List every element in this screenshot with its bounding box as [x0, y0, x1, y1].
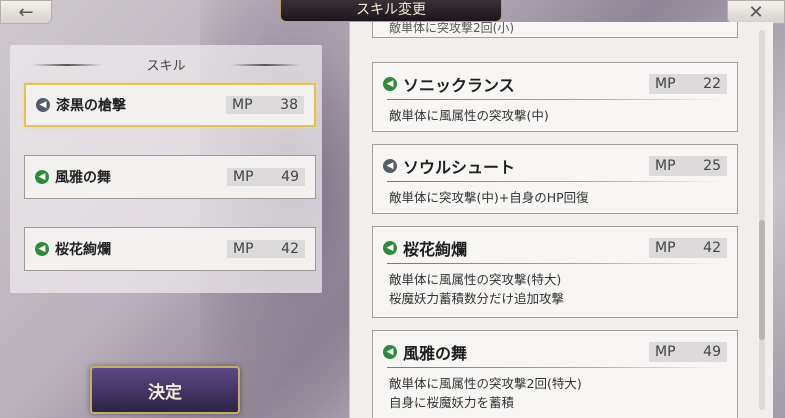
skill-type-icon: ◀ [35, 170, 49, 184]
skill-type-icon: ◀ [35, 242, 49, 256]
mp-value: 22 [703, 76, 721, 92]
skill-list-panel[interactable]: 敵単体に突攻撃2回(小) ◀ ソニックランス MP 22 敵単体に風属性の突攻撃… [349, 22, 773, 418]
mp-value: 42 [703, 240, 721, 256]
skill-type-icon: ◀ [383, 241, 397, 255]
skill-card-name: ソウルシュート [403, 158, 516, 177]
mp-cost-box: MP 42 [227, 240, 305, 258]
header-ornament-right [230, 64, 300, 66]
skill-card-3[interactable]: ◀ 桜花絢爛 MP 42 敵単体に風属性の突攻撃(特大) 桜魔妖力蓄積数分だけ追… [372, 226, 738, 318]
mp-value: 49 [281, 169, 299, 185]
skill-card-desc: 敵単体に風属性の突攻撃2回(特大) 自身に桜魔妖力を蓄積 [373, 368, 737, 412]
skill-card-2[interactable]: ◀ ソウルシュート MP 25 敵単体に突攻撃(中)+自身のHP回復 [372, 144, 738, 214]
skill-card-desc: 敵単体に突攻撃2回(小) [389, 22, 514, 35]
mp-value: 42 [281, 241, 299, 257]
mp-label: MP [655, 240, 676, 256]
skill-type-icon: ◀ [383, 159, 397, 173]
skill-slot-3[interactable]: ◀ 桜花絢爛 MP 42 [24, 227, 316, 271]
mp-cost-box: MP 22 [649, 74, 727, 94]
back-arrow-icon: ← [18, 1, 34, 23]
skill-card-desc: 敵単体に風属性の突攻撃(中) [373, 100, 737, 125]
mp-label: MP [233, 169, 254, 185]
close-button[interactable]: ✕ [727, 0, 785, 24]
close-icon: ✕ [748, 1, 764, 23]
skill-type-icon: ◀ [36, 98, 50, 112]
skill-slot-name: 風雅の舞 [55, 170, 111, 186]
mp-value: 25 [703, 158, 721, 174]
mp-cost-box: MP 49 [227, 168, 305, 186]
desc-line: 敵単体に風属性の突攻撃2回(特大) [389, 376, 582, 391]
mp-label: MP [233, 241, 254, 257]
skill-slot-2[interactable]: ◀ 風雅の舞 MP 49 [24, 155, 316, 199]
desc-line: 敵単体に風属性の突攻撃(中) [389, 108, 549, 123]
skill-card-name: 風雅の舞 [403, 344, 468, 363]
skill-slot-1[interactable]: ◀ 漆黒の槍撃 MP 38 [24, 83, 316, 127]
mp-label: MP [232, 97, 253, 113]
skill-type-icon: ◀ [383, 77, 397, 91]
equipped-skills-panel: スキル ◀ 漆黒の槍撃 MP 38 ◀ 風雅の舞 MP 49 ◀ 桜花絢爛 MP… [10, 45, 322, 293]
page-title: スキル変更 [280, 0, 502, 22]
skill-card-partial[interactable]: 敵単体に突攻撃2回(小) [372, 22, 738, 38]
mp-label: MP [655, 76, 676, 92]
desc-line: 敵単体に風属性の突攻撃(特大) [389, 272, 562, 287]
skill-card-name: ソニックランス [403, 76, 515, 95]
back-button[interactable]: ← [0, 0, 52, 24]
desc-line: 桜魔妖力蓄積数分だけ追加攻撃 [389, 291, 565, 306]
skill-card-1[interactable]: ◀ ソニックランス MP 22 敵単体に風属性の突攻撃(中) [372, 62, 738, 132]
desc-line: 敵単体に突攻撃(中)+自身のHP回復 [389, 190, 589, 205]
skill-card-desc: 敵単体に突攻撃(中)+自身のHP回復 [373, 182, 737, 207]
mp-cost-box: MP 25 [649, 156, 727, 176]
skill-card-4[interactable]: ◀ 風雅の舞 MP 49 敵単体に風属性の突攻撃2回(特大) 自身に桜魔妖力を蓄… [372, 330, 738, 418]
scrollbar[interactable] [759, 30, 765, 410]
scrollbar-thumb[interactable] [759, 220, 765, 340]
decide-button[interactable]: 決定 [90, 366, 240, 414]
mp-cost-box: MP 42 [649, 238, 727, 258]
desc-line: 自身に桜魔妖力を蓄積 [389, 395, 515, 410]
mp-cost-box: MP 49 [649, 342, 727, 362]
skill-slot-name: 桜花絢爛 [55, 242, 111, 258]
mp-value: 49 [703, 344, 721, 360]
mp-label: MP [655, 158, 676, 174]
mp-label: MP [655, 344, 676, 360]
skill-slot-name: 漆黒の槍撃 [56, 98, 126, 114]
mp-cost-box: MP 38 [226, 96, 304, 114]
mp-value: 38 [280, 97, 298, 113]
skill-card-desc: 敵単体に風属性の突攻撃(特大) 桜魔妖力蓄積数分だけ追加攻撃 [373, 264, 737, 308]
skill-card-name: 桜花絢爛 [403, 240, 468, 259]
skill-type-icon: ◀ [383, 345, 397, 359]
